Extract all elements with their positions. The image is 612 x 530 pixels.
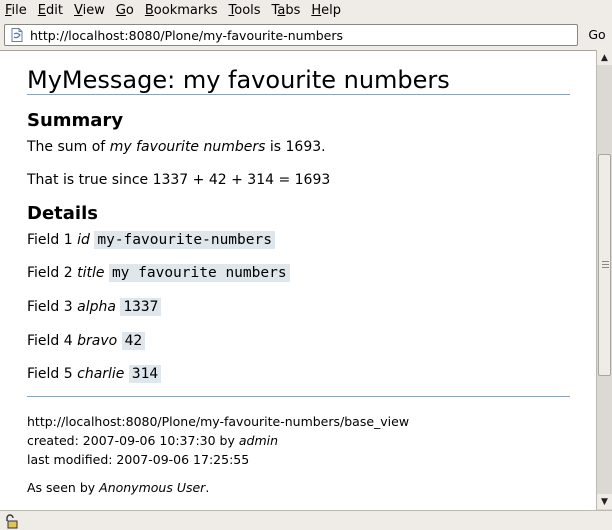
vertical-scrollbar[interactable]: ▲ ▼ [596, 50, 612, 510]
field-value: 1337 [120, 298, 162, 316]
scrollbar-thumb[interactable] [598, 154, 611, 376]
field-row-3: Field 3 alpha 1337 [27, 298, 162, 316]
page-icon [11, 28, 23, 42]
field-value: 314 [128, 365, 162, 383]
status-bar [0, 510, 612, 530]
menu-bookmarks[interactable]: Bookmarks [139, 0, 223, 22]
footer-seen-by: As seen by Anonymous User. [27, 480, 210, 495]
field-row-4: Field 4 bravo 42 [27, 332, 146, 350]
field-value: my-favourite-numbers [94, 231, 275, 249]
summary-sentence: The sum of my favourite numbers is 1693. [27, 139, 326, 155]
grip-line [602, 267, 609, 268]
summary-proof: That is true since 1337 + 42 + 314 = 169… [27, 172, 331, 188]
menu-view[interactable]: View [68, 0, 110, 22]
summary-heading: Summary [27, 110, 124, 131]
field-value: 42 [121, 332, 146, 350]
field-row-1: Field 1 id my-favourite-numbers [27, 231, 275, 249]
field-row-2: Field 2 title my favourite numbers [27, 264, 290, 282]
grip-line [602, 264, 609, 265]
footer-created: created: 2007-09-06 10:37:30 by admin [27, 433, 279, 448]
page-title: MyMessage: my favourite numbers [27, 66, 450, 94]
footer-url: http://localhost:8080/Plone/my-favourite… [27, 414, 410, 429]
lock-icon [6, 514, 18, 529]
go-button[interactable]: Go [583, 24, 611, 46]
field-value: my favourite numbers [108, 264, 290, 282]
menu-go[interactable]: Go [110, 0, 139, 22]
footer-modified: last modified: 2007-09-06 17:25:55 [27, 452, 250, 467]
arrow-down-icon[interactable]: ▼ [597, 494, 612, 509]
grip-line [602, 261, 609, 262]
title-divider [27, 94, 570, 95]
menu-help[interactable]: Help [305, 0, 346, 22]
field-row-5: Field 5 charlie 314 [27, 365, 162, 383]
menu-tools[interactable]: Tools [223, 0, 266, 22]
author-link: admin [238, 433, 279, 448]
footer-divider [27, 396, 570, 397]
arrow-up-icon[interactable]: ▲ [597, 50, 612, 65]
menu-tabs[interactable]: Tabs [266, 0, 306, 22]
menu-bar: File Edit View Go Bookmarks Tools Tabs H… [0, 0, 612, 22]
navigation-toolbar: http://localhost:8080/Plone/my-favourite… [0, 22, 612, 50]
url-text: http://localhost:8080/Plone/my-favourite… [30, 27, 344, 43]
details-heading: Details [27, 203, 98, 224]
page-viewport: MyMessage: my favourite numbers Summary … [0, 50, 596, 510]
menu-edit[interactable]: Edit [32, 0, 68, 22]
url-field[interactable]: http://localhost:8080/Plone/my-favourite… [4, 24, 578, 46]
menu-file[interactable]: File [0, 0, 32, 22]
